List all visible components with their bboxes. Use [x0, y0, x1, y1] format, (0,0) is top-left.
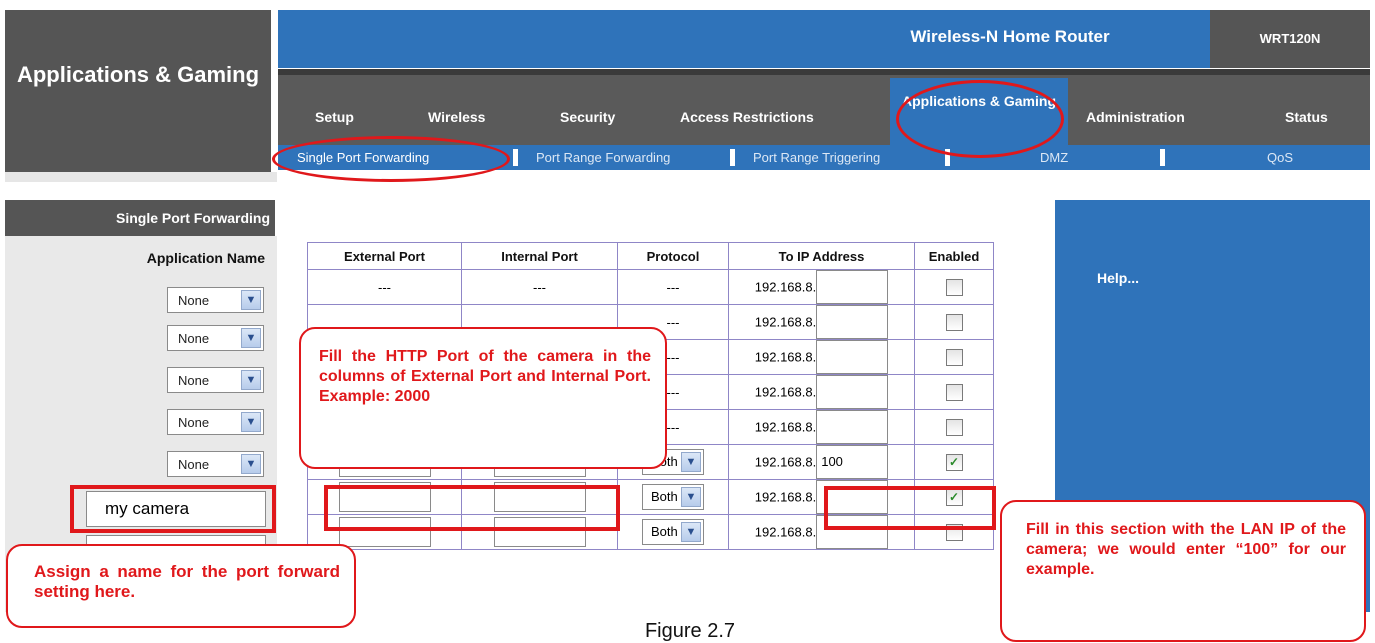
- ip-cell: 192.168.8. 100: [728, 444, 915, 480]
- protocol-cell: Both▼: [617, 479, 729, 515]
- ip-prefix: 192.168.8.: [754, 349, 817, 365]
- subnav-port-range-forwarding[interactable]: Port Range Forwarding: [536, 150, 670, 165]
- protocol-cell: ---: [617, 269, 729, 305]
- ip-cell: 192.168.8.: [728, 304, 915, 340]
- chevron-down-icon[interactable]: ▼: [241, 290, 261, 310]
- sidebar-header: [5, 10, 271, 172]
- ip-suffix-input[interactable]: [816, 340, 889, 374]
- ip-cell: 192.168.8.: [728, 269, 915, 305]
- external-port-cell: ---: [307, 269, 462, 305]
- application-select-value: None: [178, 331, 210, 346]
- chevron-down-icon[interactable]: ▼: [241, 370, 261, 390]
- protocol-value: Both: [651, 489, 678, 504]
- ip-suffix-input[interactable]: [816, 410, 889, 444]
- ip-prefix: 192.168.8.: [754, 419, 817, 435]
- application-select-value: None: [178, 415, 210, 430]
- ip-prefix: 192.168.8.: [754, 524, 817, 540]
- chevron-down-icon[interactable]: ▼: [681, 522, 701, 542]
- enabled-checkbox[interactable]: [945, 383, 963, 401]
- ip-prefix: 192.168.8.: [754, 279, 817, 295]
- subnav-separator: [730, 149, 735, 166]
- highlight-box-ports: [324, 485, 620, 531]
- table-row: --- --- --- 192.168.8.: [307, 269, 994, 305]
- application-select[interactable]: None ▼: [167, 287, 264, 313]
- ip-prefix: 192.168.8.: [754, 384, 817, 400]
- chevron-down-icon[interactable]: ▼: [681, 487, 701, 507]
- callout-app-name: Assign a name for the port forward setti…: [6, 544, 356, 628]
- tab-wireless[interactable]: Wireless: [428, 109, 485, 125]
- column-header: Enabled: [914, 242, 994, 270]
- enabled-cell: [914, 269, 994, 305]
- application-select[interactable]: None ▼: [167, 367, 264, 393]
- chevron-down-icon[interactable]: ▼: [241, 454, 261, 474]
- tab-security[interactable]: Security: [560, 109, 615, 125]
- product-bar: [278, 10, 1370, 68]
- chevron-down-icon[interactable]: ▼: [241, 328, 261, 348]
- enabled-checkbox-checked[interactable]: ✓: [945, 453, 963, 471]
- application-select-value: None: [178, 373, 210, 388]
- column-header: Internal Port: [461, 242, 618, 270]
- enabled-checkbox[interactable]: [945, 348, 963, 366]
- enabled-checkbox[interactable]: [945, 313, 963, 331]
- callout-ip: Fill in this section with the LAN IP of …: [1000, 500, 1366, 642]
- column-header: Protocol: [617, 242, 729, 270]
- product-name: Wireless-N Home Router: [910, 27, 1110, 46]
- chevron-down-icon[interactable]: ▼: [681, 452, 701, 472]
- application-select-value: None: [178, 293, 210, 308]
- ip-cell: 192.168.8.: [728, 374, 915, 410]
- enabled-cell: [914, 409, 994, 445]
- callout-ports: Fill the HTTP Port of the camera in the …: [299, 327, 667, 469]
- figure-caption: Figure 2.7: [644, 620, 736, 642]
- application-select[interactable]: None ▼: [167, 325, 264, 351]
- subnav-qos[interactable]: QoS: [1267, 150, 1293, 165]
- subnav-port-range-triggering[interactable]: Port Range Triggering: [753, 150, 880, 165]
- enabled-cell: [914, 304, 994, 340]
- help-link[interactable]: Help...: [1097, 270, 1139, 286]
- section-title: Single Port Forwarding: [115, 210, 270, 226]
- ip-suffix-input[interactable]: [816, 305, 889, 339]
- page-title: Applications & Gaming: [16, 62, 260, 87]
- enabled-cell: [914, 339, 994, 375]
- application-name-label: Application Name: [146, 250, 265, 266]
- chevron-down-icon[interactable]: ▼: [241, 412, 261, 432]
- protocol-select[interactable]: Both▼: [642, 519, 704, 545]
- highlight-ellipse-tab: [896, 80, 1064, 158]
- tab-status[interactable]: Status: [1285, 109, 1328, 125]
- application-select-value: None: [178, 457, 210, 472]
- enabled-checkbox[interactable]: [945, 278, 963, 296]
- subnav-dmz[interactable]: DMZ: [1040, 150, 1068, 165]
- application-select[interactable]: None ▼: [167, 451, 264, 477]
- enabled-checkbox[interactable]: [945, 418, 963, 436]
- protocol-value: Both: [651, 524, 678, 539]
- tab-setup[interactable]: Setup: [315, 109, 354, 125]
- column-header: To IP Address: [728, 242, 915, 270]
- application-select[interactable]: None ▼: [167, 409, 264, 435]
- enabled-cell: ✓: [914, 444, 994, 480]
- ip-suffix-input[interactable]: [816, 375, 889, 409]
- ip-suffix-input[interactable]: 100: [816, 445, 889, 479]
- ip-cell: 192.168.8.: [728, 339, 915, 375]
- ip-prefix: 192.168.8.: [754, 454, 817, 470]
- sidebar-strip: [5, 172, 277, 182]
- highlight-box-ip: [824, 486, 996, 530]
- model-label: WRT120N: [1259, 31, 1321, 46]
- tab-administration[interactable]: Administration: [1086, 109, 1185, 125]
- highlight-box-app-name: [70, 485, 276, 533]
- ip-suffix-input[interactable]: [816, 270, 889, 304]
- subnav-separator: [513, 149, 518, 166]
- column-header: External Port: [307, 242, 462, 270]
- internal-port-cell: ---: [461, 269, 618, 305]
- protocol-select[interactable]: Both▼: [642, 484, 704, 510]
- subnav-separator: [1160, 149, 1165, 166]
- tab-access-restrictions[interactable]: Access Restrictions: [680, 109, 814, 125]
- ip-prefix: 192.168.8.: [754, 489, 817, 505]
- enabled-cell: [914, 374, 994, 410]
- ip-prefix: 192.168.8.: [754, 314, 817, 330]
- ip-cell: 192.168.8.: [728, 409, 915, 445]
- highlight-ellipse-subnav: [272, 136, 510, 182]
- protocol-cell: Both▼: [617, 514, 729, 550]
